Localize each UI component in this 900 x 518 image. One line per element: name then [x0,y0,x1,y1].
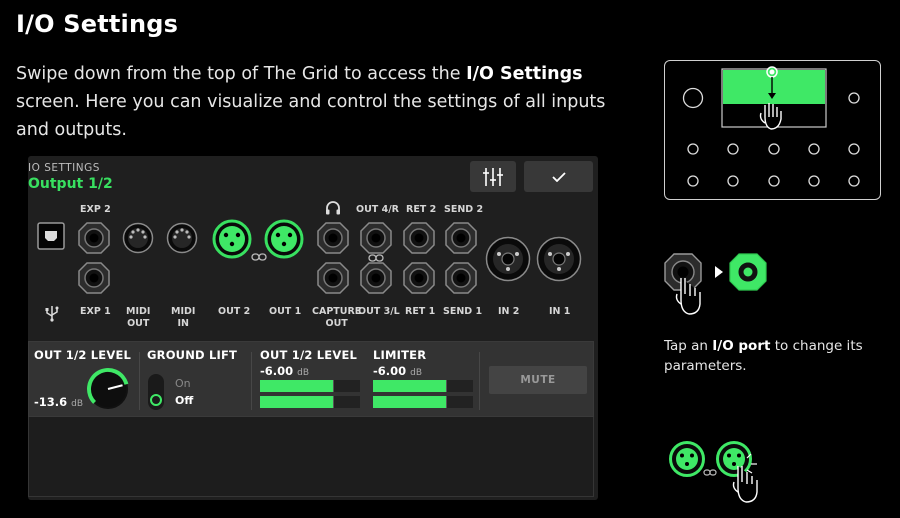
link-icon-out34 [368,254,384,262]
port-label-midi-out: MIDI OUT [126,306,151,329]
port-in2[interactable] [485,236,531,282]
port-out3l[interactable] [360,262,392,294]
meter-label: OUT 1/2 LEVEL [260,348,358,362]
tap-port-illustration [664,253,767,315]
usb-b-port[interactable] [37,222,65,250]
grid-swipe-illustration [664,60,881,200]
port-label-exp1: EXP 1 [80,306,111,317]
port-label-out2: OUT 2 [218,306,251,317]
ground-lift-toggle[interactable] [148,374,164,410]
mute-button[interactable]: MUTE [489,366,587,394]
limiter-value: -6.00 dB [373,364,423,378]
ground-lift-label: GROUND LIFT [147,348,238,362]
grid-diagram [682,66,860,187]
port-capture-out[interactable] [317,262,349,294]
limiter-bar-top[interactable] [373,380,473,392]
port-midi-out[interactable] [122,222,154,254]
mixer-button[interactable] [470,161,516,192]
port-label-exp2: EXP 2 [80,204,111,215]
port-send1[interactable] [445,262,477,294]
port-out2[interactable] [212,219,252,259]
parameter-strip: OUT 1/2 LEVEL -13.6 dB GROUND LIFT On Of… [28,341,594,417]
port-out1[interactable] [264,219,304,259]
port-headphones[interactable] [317,222,349,254]
confirm-button[interactable] [524,161,593,192]
io-settings-label: IO SETTINGS [28,162,100,174]
port-label-send1: SEND 1 [443,306,483,317]
ground-lift-off: Off [175,394,194,407]
level-label: OUT 1/2 LEVEL [34,348,132,362]
port-in1[interactable] [536,236,582,282]
port-label-out4r: OUT 4/R [356,204,399,215]
port-ret2[interactable] [403,222,435,254]
port-label-out1: OUT 1 [269,306,302,317]
page-title: I/O Settings [16,10,179,38]
checkmark-icon [551,171,566,182]
level-knob[interactable] [85,366,131,412]
selected-port-title: Output 1/2 [28,176,113,192]
meter-bar-top [260,380,360,392]
port-label-in1: IN 1 [549,306,571,317]
limiter-bar-bottom[interactable] [373,396,473,408]
port-send2[interactable] [445,222,477,254]
meter-bar-bottom [260,396,360,408]
port-label-send2: SEND 2 [444,204,484,215]
port-exp2[interactable] [78,222,110,254]
port-label-out3l: OUT 3/L [358,306,400,317]
port-exp1[interactable] [78,262,110,294]
level-value: -13.6 dB [34,395,84,409]
usb-icon [45,306,59,322]
meter-value: -6.00 dB [260,364,310,378]
limiter-label: LIMITER [373,348,427,362]
tap-linked-pair-illustration [669,441,758,503]
port-ret1[interactable] [403,262,435,294]
port-label-capture-out: CAPTURE OUT [312,306,362,329]
ground-lift-on: On [175,377,191,390]
io-settings-panel: IO SETTINGS Output 1/2 EXP 2 OUT 4/R RET… [28,156,598,500]
port-out4r[interactable] [360,222,392,254]
port-label-ret2: RET 2 [406,204,437,215]
tip-text: Tap an I/O port to change its parameters… [664,338,863,374]
sliders-icon [483,167,503,186]
port-midi-in[interactable] [166,222,198,254]
intro-text: Swipe down from the top of The Grid to a… [16,64,606,140]
port-label-in2: IN 2 [498,306,520,317]
port-label-ret1: RET 1 [405,306,436,317]
port-label-midi-in: MIDI IN [171,306,196,329]
headphones-icon [326,201,340,215]
lower-empty-area [28,417,594,497]
